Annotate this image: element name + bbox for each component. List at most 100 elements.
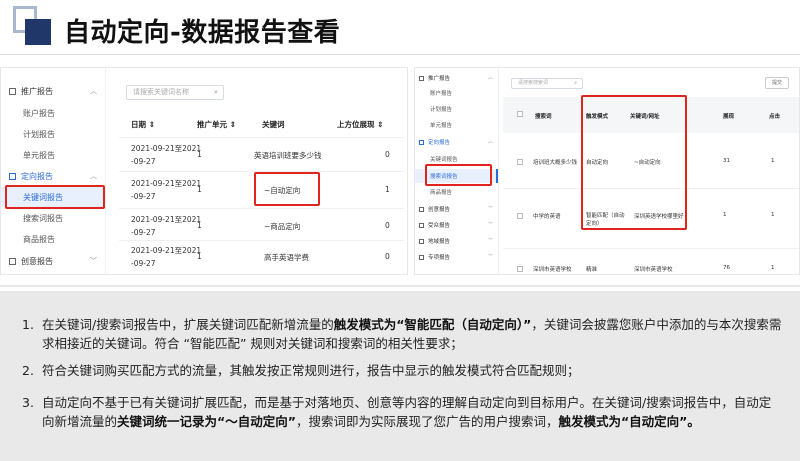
nav-group-region[interactable]: 地域报告 ﹀ — [415, 237, 498, 245]
note-segment: ，搜索词即为实际展现了您广告的用户搜索词， — [295, 414, 559, 429]
nav-group-creative[interactable]: 创意报告 ﹀ — [1, 256, 105, 267]
cell-search-term: 培训班大概多少钱 — [533, 160, 578, 166]
cell-date: 2021-09-21至2021 — [131, 246, 202, 255]
row-divider — [119, 171, 404, 172]
col-views-header[interactable]: 展现 — [723, 112, 734, 120]
chevron-up-icon: ︿ — [90, 87, 97, 95]
chevron-down-icon: ﹀ — [487, 206, 493, 212]
chevron-down-icon: ﹀ — [487, 222, 493, 228]
nav-group-targeting[interactable]: 定向报告 ︿ — [415, 138, 498, 146]
cell-search-term: 中学的英语 — [533, 214, 561, 220]
chevron-down-icon: ﹀ — [487, 238, 493, 244]
col-clicks-header[interactable]: 点击 — [769, 112, 780, 120]
note-text: 符合关键词购买匹配方式的流量，其触发按正常规则进行，报告中显示的触发模式符合匹配… — [42, 361, 782, 380]
nav-item-search-term-report[interactable]: 搜索词报告 — [1, 213, 105, 224]
explanation-notes: 1. 在关键词/搜索词报告中，扩展关键词匹配新增流量的触发模式为“智能匹配（自动… — [0, 291, 800, 461]
nav-item-plan[interactable]: 计划报告 — [415, 105, 498, 113]
note-item: 3. 自动定向不基于已有关键词扩展匹配，而是基于对落地页、创意等内容的理解自动定… — [22, 393, 782, 431]
note-emphasis: 关键词统一记录为“～自动定向” — [117, 414, 296, 429]
note-text: 自动定向不基于已有关键词扩展匹配，而是基于对落地页、创意等内容的理解自动定向到目… — [42, 393, 782, 431]
col-date-header[interactable]: 日期 ⇕ — [131, 119, 155, 130]
col-views-header[interactable]: 上方位展现 ⇕ — [337, 119, 383, 130]
cell-unit: 1 — [197, 252, 202, 261]
cell-keyword: 深圳市英语学校 — [634, 267, 673, 273]
nav-item-unit[interactable]: 单元报告 — [415, 121, 498, 129]
keyword-search-input[interactable]: 请搜索关键词名称 ⌕ — [126, 85, 224, 100]
note-segment: 符合关键词购买匹配方式的流量，其触发按正常规则进行，报告中显示的触发模式符合匹配… — [42, 363, 580, 378]
chevron-up-icon: ︿ — [487, 75, 493, 81]
note-emphasis: 触发模式为“自动定向”。 — [558, 414, 700, 429]
cell-views: 31 — [723, 158, 730, 164]
cell-clicks: 1 — [771, 212, 775, 218]
creative-icon — [419, 207, 424, 212]
report-icon — [419, 76, 424, 81]
cell-keyword: 英语培训班要多少钱 — [254, 151, 322, 160]
creative-icon — [9, 258, 16, 265]
nav-group-promo[interactable]: 推广报告 ︿ — [415, 74, 498, 82]
cell-search-term: 深圳市英语学校 — [533, 267, 572, 273]
cell-date: -09-27 — [131, 228, 156, 237]
col-label: 上方位展现 — [337, 120, 375, 129]
nav-label: 推广报告 — [21, 87, 53, 96]
note-emphasis: 触发模式为“智能匹配（自动定向）” — [333, 317, 532, 332]
submit-button[interactable]: 提交 — [765, 77, 789, 89]
note-text: 在关键词/搜索词报告中，扩展关键词匹配新增流量的触发模式为“智能匹配（自动定向）… — [42, 315, 782, 353]
cell-date: -09-27 — [131, 157, 156, 166]
cell-keyword: ~商品定向 — [264, 222, 301, 231]
nav-item-keyword-report[interactable]: 关键词报告 — [1, 192, 105, 203]
nav-group-creative[interactable]: 创意报告 ﹀ — [415, 205, 498, 213]
col-keyword-header[interactable]: 关键词/网址 — [630, 112, 660, 120]
row-checkbox[interactable] — [517, 159, 523, 165]
cell-unit: 1 — [197, 150, 202, 159]
chevron-down-icon: ﹀ — [90, 257, 97, 265]
cell-views: 1 — [385, 185, 390, 194]
nav-label: 定向报告 — [428, 140, 451, 146]
nav-label: 专项报告 — [428, 255, 451, 261]
nav-item-keyword-report[interactable]: 关键词报告 — [415, 155, 498, 163]
row-divider — [119, 208, 404, 209]
nav-label: 地域报告 — [428, 239, 451, 245]
cell-views: 0 — [385, 221, 390, 230]
target-icon — [419, 140, 424, 145]
search-term-search-input[interactable]: 请搜索搜索词 ⌕ — [511, 78, 583, 89]
title-divider — [0, 54, 800, 55]
col-label: 日期 — [131, 120, 146, 129]
row-divider — [503, 248, 799, 249]
right-sidebar-nav: 推广报告 ︿ 账户报告 计划报告 单元报告 定向报告 ︿ 关键词报告 搜索词报告 商… — [415, 68, 499, 274]
row-divider — [119, 240, 404, 241]
section-divider — [0, 285, 800, 287]
nav-item-plan[interactable]: 计划报告 — [1, 129, 105, 140]
cell-unit: 1 — [197, 185, 202, 194]
cell-date: 2021-09-21至2021 — [131, 179, 202, 188]
nav-item-product-report[interactable]: 商品报告 — [415, 188, 498, 196]
nav-group-targeting[interactable]: 定向报告 ︿ — [1, 171, 105, 182]
nav-item-product-report[interactable]: 商品报告 — [1, 234, 105, 245]
nav-group-special[interactable]: 专项报告 ﹀ — [415, 253, 498, 261]
nav-item-account[interactable]: 账户报告 — [415, 89, 498, 97]
nav-label: 创意报告 — [428, 207, 451, 213]
row-checkbox[interactable] — [517, 213, 523, 219]
chevron-up-icon: ︿ — [90, 172, 97, 180]
cell-date: -09-27 — [131, 259, 156, 268]
cell-views: 0 — [385, 150, 390, 159]
col-unit-header[interactable]: 推广单元 ⇕ — [197, 119, 236, 130]
search-icon: ⌕ — [574, 80, 577, 86]
row-checkbox[interactable] — [517, 266, 523, 272]
nav-item-search-term-report[interactable]: 搜索词报告 — [415, 172, 498, 180]
note-number: 1. — [22, 317, 34, 332]
col-keyword-header[interactable]: 关键词 — [262, 119, 285, 130]
search-placeholder: 请搜索关键词名称 — [133, 88, 189, 96]
col-search-term-header[interactable]: 搜索词 — [535, 112, 552, 120]
page-title: 自动定向-数据报告查看 — [64, 18, 341, 48]
nav-label: 创意报告 — [21, 257, 53, 266]
nav-item-unit[interactable]: 单元报告 — [1, 150, 105, 161]
col-trigger-mode-header[interactable]: 触发模式 — [586, 112, 608, 120]
nav-group-promo[interactable]: 推广报告 ︿ — [1, 86, 105, 97]
select-all-checkbox[interactable] — [517, 111, 523, 117]
row-divider — [119, 137, 404, 138]
nav-group-audience[interactable]: 受众报告 ﹀ — [415, 221, 498, 229]
note-segment: 在关键词/搜索词报告中，扩展关键词匹配新增流量的 — [42, 317, 334, 332]
nav-item-account[interactable]: 账户报告 — [1, 108, 105, 119]
search-placeholder: 请搜索搜索词 — [518, 80, 549, 86]
cell-views: 1 — [723, 212, 727, 218]
